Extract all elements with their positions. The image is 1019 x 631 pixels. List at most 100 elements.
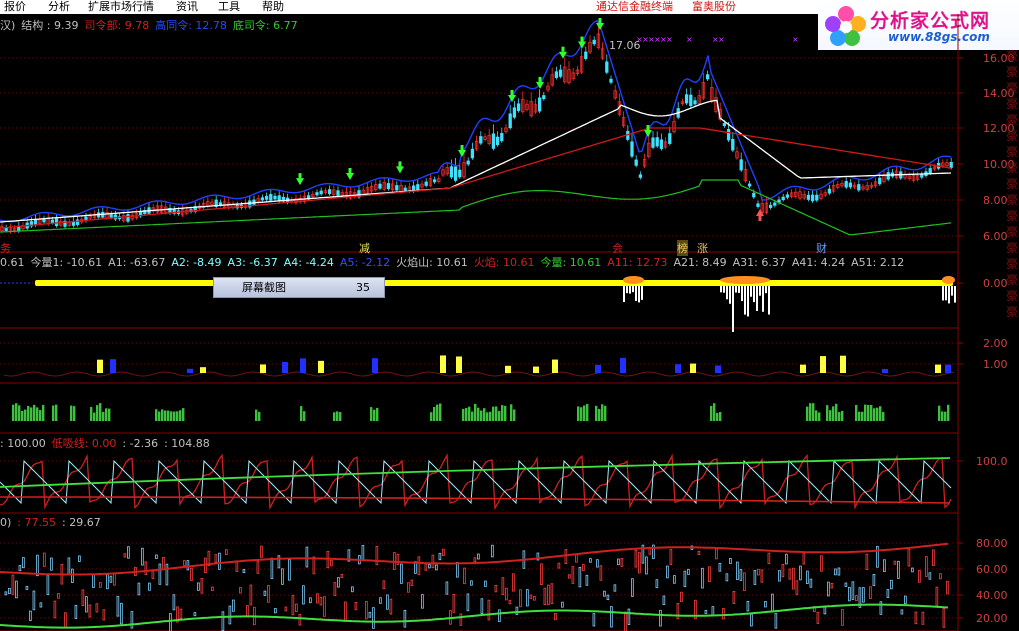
volume-bar [726,286,728,300]
baseline-dot [322,375,324,377]
kdj-candle [638,552,641,574]
volume-bar [641,286,643,300]
baseline-dot [662,374,664,376]
baseline-dot [242,373,244,375]
kdj-candle [540,563,543,586]
baseline-dot [60,374,62,376]
candle-body [857,184,861,191]
kdj-candle [256,560,260,574]
baseline-dot [446,375,448,377]
baseline-dot [696,371,698,373]
kdj-candle [774,613,778,629]
baseline-dot [228,375,230,377]
candle-body [470,148,475,159]
green-signal-bar [33,404,36,421]
kdj-candle [760,569,764,583]
baseline-dot [164,371,166,373]
volume-panel-header: 0.61 今量1: -10.61 A1: -63.67 A2: -8.49 A3: -6… [0,256,910,270]
baseline-dot [26,372,28,374]
indicator-value: A21: 8.49 [673,256,727,269]
kdj-candle [746,600,750,612]
baseline-dot [216,372,218,374]
kdj-candle [575,554,578,563]
baseline-dot [784,371,786,373]
baseline-dot [890,375,892,377]
baseline-dot [426,371,428,373]
volume-bar [729,286,731,304]
kdj-candle [137,582,141,596]
baseline-dot [502,374,504,376]
baseline-dot [70,372,72,374]
baseline-dot [288,372,290,374]
kdj-candle [704,609,708,614]
buy-arrow-icon [348,167,352,173]
baseline-dot [254,371,256,373]
kdj-candle [925,556,928,577]
baseline-dot [910,371,912,373]
kdj-candle [113,573,116,586]
baseline-dot [724,373,726,375]
candle-body [584,51,588,60]
baseline-dot [460,373,462,375]
green-signal-bar [155,409,158,421]
baseline-dot [330,373,332,375]
baseline-dot [122,371,124,373]
baseline-dot [420,372,422,374]
green-signal-bar [42,404,45,421]
kdj-candle [757,568,760,576]
indicator-value: 高同令: 12.78 [155,19,227,32]
candle-body [655,137,659,147]
baseline-dot [258,372,260,374]
baseline-dot [896,374,898,376]
baseline-dot [230,375,232,377]
candle-body [689,94,693,107]
baseline-dot [780,371,782,373]
kdj-candle [708,566,711,582]
baseline-dot [72,371,74,373]
baseline-dot [720,374,722,376]
baseline-dot [750,374,752,376]
green-signal-bar [806,406,809,421]
kdj-candle [519,589,522,608]
baseline-dot [742,372,744,374]
baseline-dot [348,372,350,374]
kdj-candle [785,553,788,565]
baseline-dot [208,371,210,373]
baseline-dot [346,372,348,374]
kdj-candle [274,608,277,614]
baseline-dot [718,375,720,377]
baseline-dot [818,372,820,374]
volume-bar [951,286,953,296]
baseline-dot [614,373,616,375]
baseline-dot [530,374,532,376]
baseline-dot [410,375,412,377]
kdj-candle [291,595,295,616]
baseline-dot [178,374,180,376]
green-signal-bar [433,406,436,421]
kdj-candle [921,611,925,625]
kdj-candle [480,598,484,615]
baseline-dot [366,375,368,377]
baseline-dot [798,375,800,377]
green-signal-bar [598,409,601,421]
baseline-dot [656,372,658,374]
stock-chart[interactable]: × × × × × × × × × × [0,0,1019,631]
baseline-dot [942,374,944,376]
kdj-candle [165,563,169,586]
baseline-dot [416,373,418,375]
baseline-dot [188,375,190,377]
kdj-candle [827,581,830,597]
volume-bar [735,286,737,293]
kdj-candle [466,593,470,612]
baseline-dot [736,371,738,373]
candle-body [684,94,689,104]
baseline-dot [866,371,868,373]
kdj-candle [270,557,274,579]
baseline-dot [440,373,442,375]
baseline-dot [504,373,506,375]
baseline-dot [152,373,154,375]
green-signal-bar [873,408,876,421]
kdj-candle [375,545,379,566]
green-signal-bar [170,411,173,421]
kdj-candle [844,582,848,587]
